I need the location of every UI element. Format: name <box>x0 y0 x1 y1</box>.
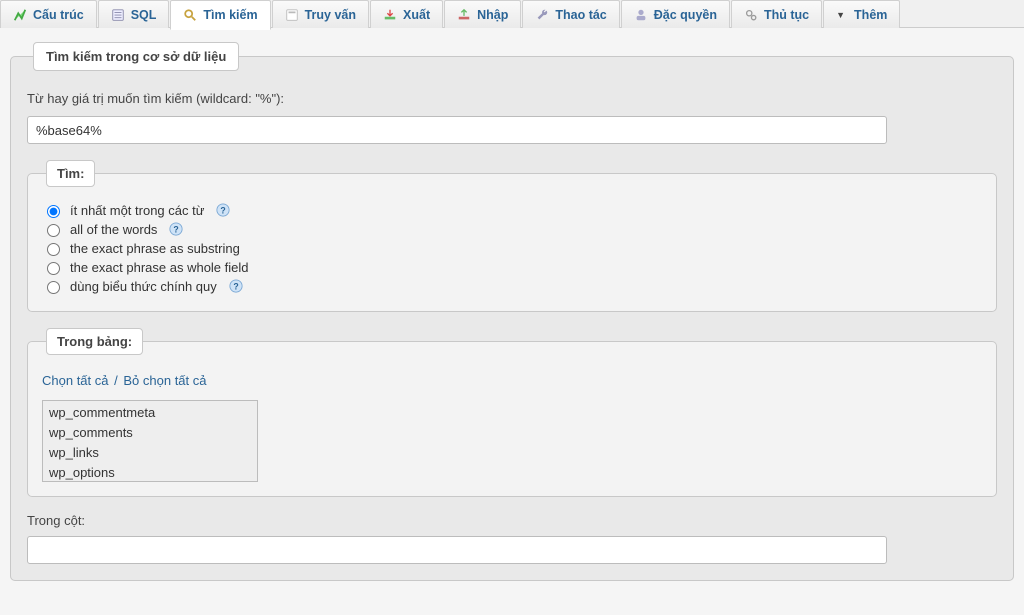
sql-icon <box>111 8 125 22</box>
tab-label: Thêm <box>854 8 887 22</box>
db-search-panel: Tìm kiếm trong cơ sở dữ liệu Từ hay giá … <box>10 42 1014 581</box>
tab-import[interactable]: Nhập <box>444 0 521 28</box>
query-icon <box>285 8 299 22</box>
find-option-1[interactable]: all of the words ? <box>42 221 982 237</box>
help-icon[interactable]: ? <box>229 279 243 293</box>
tab-label: Thủ tục <box>764 8 809 22</box>
find-radio-4[interactable] <box>47 281 60 294</box>
tab-label: Tìm kiếm <box>203 8 257 22</box>
svg-text:?: ? <box>174 225 179 235</box>
tab-label: Truy vấn <box>305 8 356 22</box>
help-icon[interactable]: ? <box>216 203 230 217</box>
tables-legend: Trong bảng: <box>46 328 143 355</box>
search-word-label: Từ hay giá trị muốn tìm kiếm (wildcard: … <box>27 91 997 106</box>
find-fieldset: Tìm: ít nhất một trong các từ ? all of t… <box>27 160 997 312</box>
tab-label: Đặc quyền <box>654 8 717 22</box>
column-input[interactable] <box>27 536 887 564</box>
db-search-legend: Tìm kiếm trong cơ sở dữ liệu <box>33 42 239 71</box>
import-icon <box>457 8 471 22</box>
tab-label: Nhập <box>477 8 508 22</box>
search-icon <box>183 8 197 22</box>
find-option-3[interactable]: the exact phrase as whole field <box>42 259 982 275</box>
tab-operations[interactable]: Thao tác <box>522 0 619 28</box>
column-label: Trong cột: <box>27 513 997 528</box>
tab-more[interactable]: ▼ Thêm <box>823 0 900 28</box>
gears-icon <box>744 8 758 22</box>
tab-query[interactable]: Truy vấn <box>272 0 369 28</box>
table-option[interactable]: wp_commentmeta <box>43 403 257 423</box>
tab-label: SQL <box>131 8 157 22</box>
find-option-4[interactable]: dùng biểu thức chính quy ? <box>42 278 982 294</box>
wrench-icon <box>535 8 549 22</box>
table-option[interactable]: wp_links <box>43 443 257 463</box>
select-links: Chọn tất cả / Bỏ chọn tất cả <box>42 373 982 388</box>
svg-text:?: ? <box>221 206 226 216</box>
export-icon <box>383 8 397 22</box>
tables-multiselect[interactable]: wp_commentmeta wp_comments wp_links wp_o… <box>42 400 258 482</box>
find-radio-1[interactable] <box>47 224 60 237</box>
find-option-label: the exact phrase as whole field <box>70 260 249 275</box>
find-radio-0[interactable] <box>47 205 60 218</box>
tab-privileges[interactable]: Đặc quyền <box>621 0 730 28</box>
tab-sql[interactable]: SQL <box>98 0 170 28</box>
find-option-label: dùng biểu thức chính quy <box>70 279 217 294</box>
tab-routines[interactable]: Thủ tục <box>731 0 822 28</box>
tab-search[interactable]: Tìm kiếm <box>170 0 270 30</box>
unselect-all-link[interactable]: Bỏ chọn tất cả <box>123 373 206 388</box>
select-all-link[interactable]: Chọn tất cả <box>42 373 109 388</box>
chevron-down-icon: ▼ <box>836 10 845 20</box>
search-word-input[interactable] <box>27 116 887 144</box>
tab-label: Thao tác <box>555 8 606 22</box>
find-option-0[interactable]: ít nhất một trong các từ ? <box>42 202 982 218</box>
find-option-label: all of the words <box>70 222 157 237</box>
tab-label: Cấu trúc <box>33 8 84 22</box>
find-radio-3[interactable] <box>47 262 60 275</box>
privileges-icon <box>634 8 648 22</box>
tab-label: Xuất <box>403 8 430 22</box>
find-radio-2[interactable] <box>47 243 60 256</box>
tables-fieldset: Trong bảng: Chọn tất cả / Bỏ chọn tất cả… <box>27 328 997 497</box>
tab-structure[interactable]: Cấu trúc <box>0 0 97 28</box>
find-option-2[interactable]: the exact phrase as substring <box>42 240 982 256</box>
top-tabs: Cấu trúc SQL Tìm kiếm Truy vấn Xuất Nhập <box>0 0 1024 28</box>
table-option[interactable]: wp_comments <box>43 423 257 443</box>
tab-export[interactable]: Xuất <box>370 0 443 28</box>
svg-text:?: ? <box>233 282 238 292</box>
find-option-label: the exact phrase as substring <box>70 241 240 256</box>
find-option-label: ít nhất một trong các từ <box>70 203 204 218</box>
link-separator: / <box>114 373 118 388</box>
structure-icon <box>13 8 27 22</box>
page-content: Tìm kiếm trong cơ sở dữ liệu Từ hay giá … <box>0 28 1024 615</box>
help-icon[interactable]: ? <box>169 222 183 236</box>
table-option[interactable]: wp_options <box>43 463 257 482</box>
find-legend: Tìm: <box>46 160 95 187</box>
